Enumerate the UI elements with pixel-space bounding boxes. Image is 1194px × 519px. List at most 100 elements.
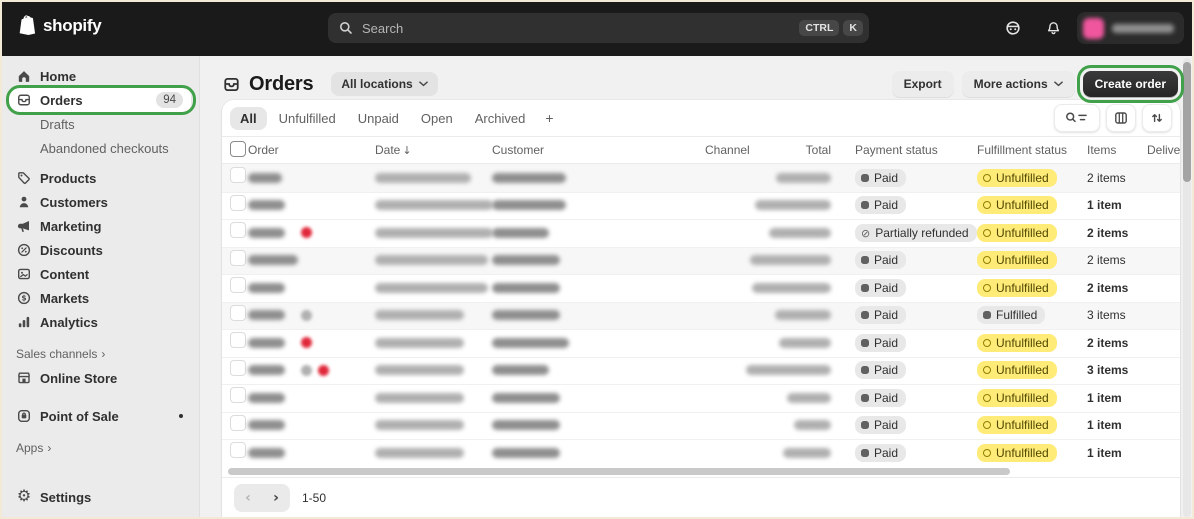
- column-header-payment-status[interactable]: Payment status: [831, 143, 977, 157]
- sidebar-item-label: Abandoned checkouts: [40, 140, 169, 156]
- notification-dot: [179, 414, 183, 418]
- sidebar-item-label: Home: [40, 68, 77, 84]
- sidebar-item-abandoned-checkouts[interactable]: Abandoned checkouts: [8, 136, 191, 160]
- notifications-button[interactable]: [1037, 12, 1069, 44]
- search-and-filter-button[interactable]: [1054, 104, 1100, 132]
- payment-status-cell: Paid: [831, 306, 977, 325]
- sidebar-item-products[interactable]: Products: [8, 166, 191, 190]
- create-order-button[interactable]: Create order: [1082, 71, 1178, 97]
- add-view-button[interactable]: +: [537, 106, 561, 130]
- sidebar-item-orders[interactable]: Orders 94: [6, 85, 196, 115]
- items-cell: 2 items: [1087, 334, 1147, 352]
- sort-button[interactable]: [1142, 104, 1172, 132]
- row-checkbox[interactable]: [230, 359, 246, 376]
- sidebar-item-settings[interactable]: ⚙ Settings: [8, 485, 191, 509]
- sidebar-item-drafts[interactable]: Drafts: [8, 112, 191, 136]
- tab-unpaid[interactable]: Unpaid: [348, 107, 409, 130]
- column-header-order[interactable]: Order: [248, 143, 375, 157]
- table-row[interactable]: Paid Unfulfilled 1 item: [222, 384, 1180, 412]
- redacted-store-name: [1112, 23, 1174, 33]
- columns-button[interactable]: [1106, 104, 1136, 132]
- account-menu-button[interactable]: [1077, 12, 1184, 44]
- horizontal-scrollbar-thumb[interactable]: [228, 467, 1010, 475]
- sidebar-item-content[interactable]: Content: [8, 262, 191, 286]
- items-count: 1 item: [1087, 198, 1122, 213]
- row-checkbox[interactable]: [230, 442, 246, 459]
- previous-page-button[interactable]: ‹: [234, 484, 262, 512]
- fulfillment-status-label: Fulfilled: [996, 308, 1038, 323]
- sidebar-item-home[interactable]: Home: [8, 64, 191, 88]
- row-checkbox[interactable]: [230, 249, 246, 266]
- tab-archived[interactable]: Archived: [465, 107, 536, 130]
- more-actions-button[interactable]: More actions: [961, 71, 1075, 97]
- column-header-delivery-method[interactable]: Delivery method: [1147, 143, 1180, 157]
- shopify-logo[interactable]: shopify: [16, 14, 102, 37]
- redacted-order-number: [248, 172, 282, 183]
- sidebar-section-apps[interactable]: Apps ›: [8, 436, 191, 460]
- payment-status-icon: [861, 201, 869, 210]
- table-row[interactable]: Paid Unfulfilled 2 items: [222, 164, 1180, 192]
- total-cell: [755, 196, 831, 214]
- sidebar-item-label: Point of Sale: [40, 408, 119, 424]
- payment-status-cell: Paid: [831, 196, 977, 215]
- customer-cell: [492, 196, 705, 214]
- table-row[interactable]: Paid Unfulfilled 2 items: [222, 246, 1180, 274]
- global-search-input[interactable]: Search CTRL K: [328, 13, 869, 43]
- location-filter-button[interactable]: All locations: [331, 72, 438, 96]
- table-row[interactable]: Paid Unfulfilled 1 item: [222, 191, 1180, 219]
- column-header-date[interactable]: Date ↓: [375, 143, 492, 157]
- fulfillment-status-cell: Unfulfilled: [977, 223, 1087, 242]
- row-checkbox[interactable]: [230, 332, 246, 349]
- tab-unfulfilled[interactable]: Unfulfilled: [269, 107, 346, 130]
- more-actions-label: More actions: [973, 77, 1048, 91]
- fulfillment-status-icon: [983, 448, 991, 457]
- sidebar-item-marketing[interactable]: Marketing: [8, 214, 191, 238]
- sidekick-button[interactable]: [997, 12, 1029, 44]
- sidebar-section-sales-channels[interactable]: Sales channels ›: [8, 342, 191, 366]
- table-row[interactable]: Paid Unfulfilled 3 items: [222, 356, 1180, 384]
- sidebar-item-customers[interactable]: Customers: [8, 190, 191, 214]
- row-checkbox[interactable]: [230, 414, 246, 431]
- next-page-button[interactable]: ›: [262, 484, 290, 512]
- customer-cell: [492, 224, 705, 242]
- column-header-channel[interactable]: Channel: [705, 143, 765, 157]
- payment-status-icon: [861, 256, 869, 265]
- column-header-total[interactable]: Total: [806, 143, 831, 157]
- payment-status-label: Paid: [874, 280, 899, 295]
- export-button[interactable]: Export: [891, 71, 954, 97]
- order-number-cell: [248, 416, 375, 434]
- payment-status-cell: Paid: [831, 251, 977, 270]
- row-checkbox[interactable]: [230, 277, 246, 294]
- vertical-scrollbar-thumb[interactable]: [1183, 62, 1191, 182]
- date-cell: [375, 279, 492, 297]
- table-row[interactable]: Paid Unfulfilled 1 item: [222, 439, 1180, 467]
- table-row[interactable]: Paid Unfulfilled 2 items: [222, 274, 1180, 302]
- table-row[interactable]: Paid Fulfilled 3 items: [222, 301, 1180, 329]
- date-cell: [375, 196, 493, 214]
- sidebar-item-analytics[interactable]: Analytics: [8, 310, 191, 334]
- pagination: ‹ ›: [234, 484, 290, 512]
- row-checkbox[interactable]: [230, 222, 246, 239]
- table-row[interactable]: Paid Unfulfilled 2 items: [222, 329, 1180, 357]
- sidebar-item-discounts[interactable]: Discounts: [8, 238, 191, 262]
- sidebar-item-point-of-sale[interactable]: Point of Sale: [8, 404, 191, 428]
- sidebar-item-markets[interactable]: $ Markets: [8, 286, 191, 310]
- row-checkbox[interactable]: [230, 194, 246, 211]
- fulfillment-status-icon: [983, 201, 991, 210]
- column-header-items[interactable]: Items: [1087, 143, 1147, 157]
- table-row[interactable]: Paid Unfulfilled 1 item: [222, 411, 1180, 439]
- tab-all[interactable]: All: [230, 106, 267, 130]
- column-header-customer[interactable]: Customer: [492, 143, 705, 157]
- redacted-order-number: [248, 420, 285, 431]
- column-header-fulfillment-status[interactable]: Fulfillment status: [977, 143, 1087, 157]
- row-checkbox[interactable]: [230, 167, 246, 184]
- row-checkbox[interactable]: [230, 387, 246, 404]
- select-all-checkbox[interactable]: [230, 140, 246, 157]
- table-row[interactable]: ⊘ Partially refunded Unfulfilled 2 items: [222, 219, 1180, 247]
- payment-status-icon: [861, 173, 869, 182]
- sidebar-item-online-store[interactable]: Online Store: [8, 366, 191, 390]
- order-flag-icon: [301, 309, 312, 321]
- tab-open[interactable]: Open: [411, 107, 463, 130]
- row-checkbox[interactable]: [230, 304, 246, 321]
- orders-icon: [16, 92, 32, 108]
